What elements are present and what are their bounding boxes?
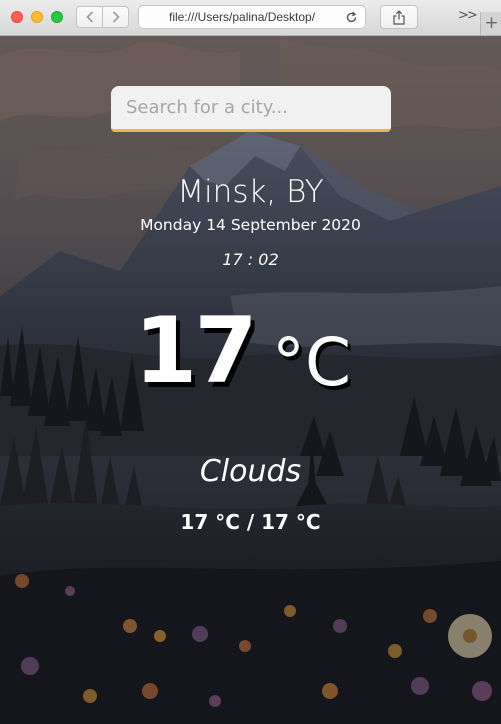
chevron-left-icon xyxy=(85,11,93,23)
url-text: file:///Users/palina/Desktop/ xyxy=(169,10,316,24)
share-button[interactable] xyxy=(380,5,418,29)
city-name: Minsk, BY xyxy=(177,174,324,210)
share-icon xyxy=(393,9,405,25)
address-bar[interactable]: file:///Users/palina/Desktop/ xyxy=(138,5,366,29)
reload-icon[interactable] xyxy=(345,11,358,24)
weather-description: Clouds xyxy=(199,454,302,489)
forward-button[interactable] xyxy=(102,7,128,27)
page-content: Minsk, BY Monday 14 September 2020 17 : … xyxy=(0,36,501,724)
current-time: 17 : 02 xyxy=(222,250,279,269)
minimize-window-button[interactable] xyxy=(31,11,43,23)
navigation-buttons xyxy=(76,6,129,28)
close-window-button[interactable] xyxy=(11,11,23,23)
maximize-window-button[interactable] xyxy=(51,11,63,23)
browser-toolbar: file:///Users/palina/Desktop/ >> + xyxy=(0,0,501,36)
more-tabs-button[interactable]: >> xyxy=(458,8,478,23)
current-temperature: 17 xyxy=(134,299,258,404)
back-button[interactable] xyxy=(77,7,102,27)
chevron-right-icon xyxy=(112,11,120,23)
temperature-unit: °C xyxy=(272,324,352,401)
current-date: Monday 14 September 2020 xyxy=(140,216,361,234)
new-tab-button[interactable]: + xyxy=(480,12,501,35)
city-search-input[interactable] xyxy=(111,86,391,132)
browser-window: file:///Users/palina/Desktop/ >> + Searc… xyxy=(0,0,501,724)
temperature-range: 17 °C / 17 °C xyxy=(180,510,321,534)
